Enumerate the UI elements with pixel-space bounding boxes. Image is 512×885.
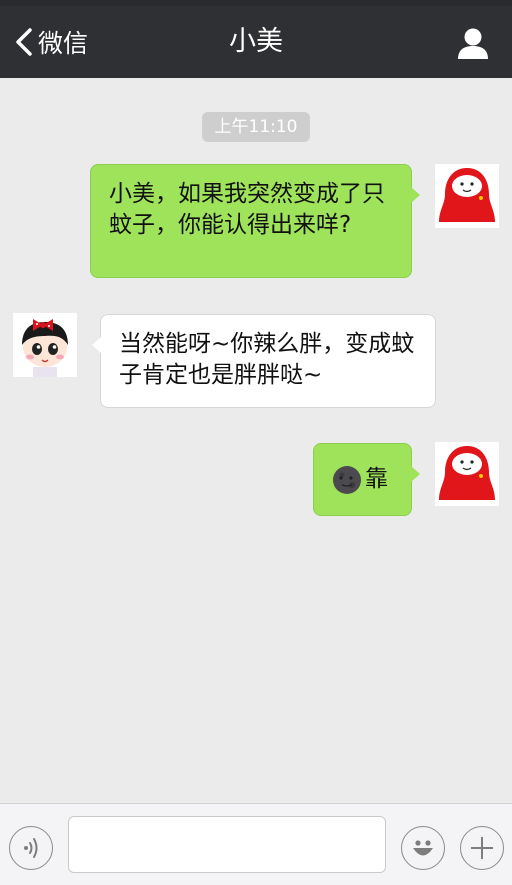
timestamp: 上午11:10	[202, 112, 310, 142]
red-hood-avatar-icon	[435, 442, 499, 506]
message-input[interactable]	[68, 816, 386, 873]
emoji-button[interactable]	[401, 826, 445, 870]
my-avatar[interactable]	[435, 442, 499, 506]
status-bar	[0, 0, 512, 6]
person-icon	[458, 28, 488, 59]
contact-profile-button[interactable]	[456, 26, 490, 60]
voice-input-button[interactable]	[9, 826, 53, 870]
more-options-button[interactable]	[460, 826, 504, 870]
nav-bar: 微信 小美	[0, 0, 512, 78]
my-avatar[interactable]	[435, 164, 499, 228]
red-hood-avatar-icon	[435, 164, 499, 228]
message-text: 靠	[365, 466, 388, 492]
plus-icon	[471, 837, 493, 859]
input-bar	[0, 803, 512, 885]
message-bubble-outgoing[interactable]: 小美，如果我突然变成了只蚊子，你能认得出来咩?	[90, 164, 420, 278]
message-bubble-incoming[interactable]: 当然能呀~你辣么胖，变成蚊子肯定也是胖胖哒~	[92, 314, 436, 408]
new-moon-face-icon	[333, 465, 361, 494]
contact-avatar[interactable]	[13, 313, 77, 377]
page-title: 小美	[229, 26, 283, 57]
message-bubble-outgoing[interactable]: 靠	[313, 443, 420, 516]
girl-avatar-icon	[13, 313, 77, 377]
voice-icon	[24, 838, 38, 858]
smiley-icon	[413, 840, 433, 856]
